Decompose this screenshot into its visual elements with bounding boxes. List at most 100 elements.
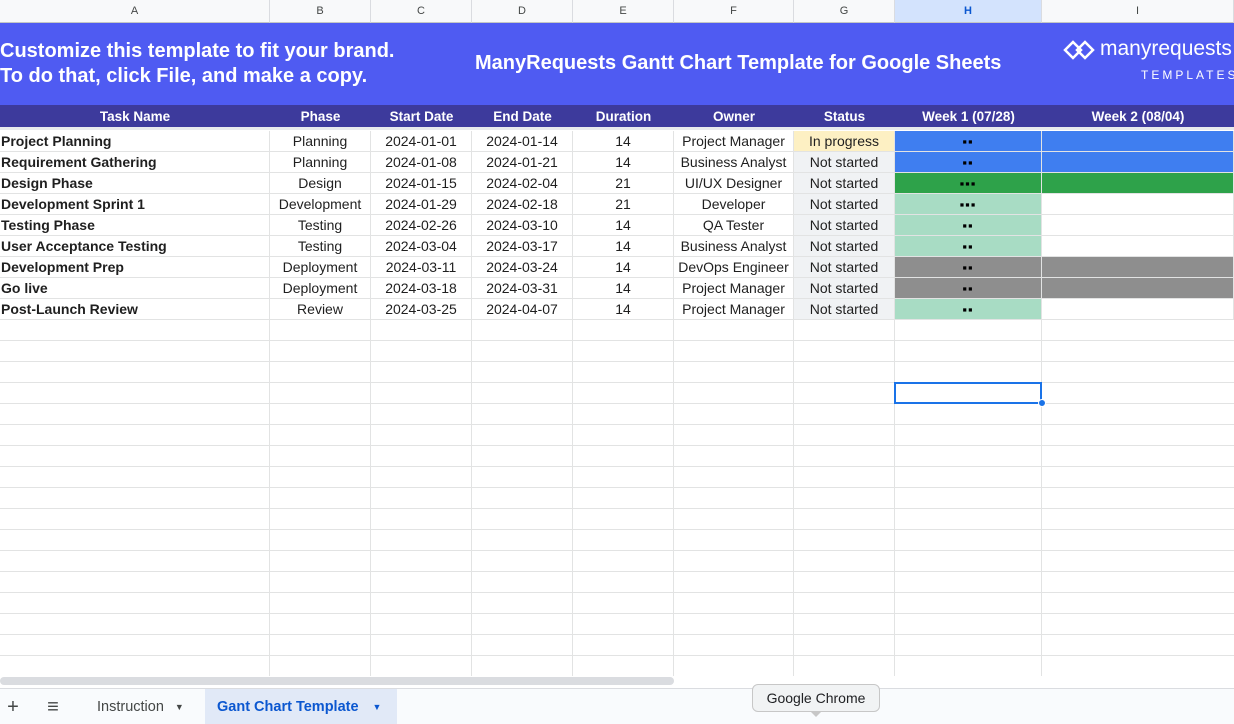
cell-week-1-bar[interactable]: ▪▪	[895, 236, 1042, 257]
cell-end[interactable]: 2024-02-18	[472, 194, 573, 215]
cell-end[interactable]: 2024-03-10	[472, 215, 573, 236]
cell-week-1-bar[interactable]: ▪▪	[895, 131, 1042, 152]
column-header-i[interactable]: I	[1042, 0, 1234, 23]
empty-row[interactable]	[0, 362, 1234, 383]
add-sheet-icon[interactable]: +	[4, 689, 22, 724]
cell-duration[interactable]: 14	[573, 236, 674, 257]
cell-status[interactable]: Not started	[794, 299, 895, 320]
cell-status[interactable]: Not started	[794, 194, 895, 215]
cell-start[interactable]: 2024-01-29	[371, 194, 472, 215]
cell-week-1-bar[interactable]: ▪▪	[895, 215, 1042, 236]
horizontal-scrollbar[interactable]	[0, 677, 674, 685]
cell-phase[interactable]: Development	[270, 194, 371, 215]
cell-task[interactable]: Project Planning	[0, 131, 270, 152]
selected-cell-h13[interactable]	[894, 382, 1042, 404]
column-header-a[interactable]: A	[0, 0, 270, 23]
cell-week-2-bar[interactable]	[1042, 131, 1234, 152]
cell-start[interactable]: 2024-02-26	[371, 215, 472, 236]
cell-week-2-bar[interactable]	[1042, 299, 1234, 320]
empty-row[interactable]	[0, 509, 1234, 530]
empty-row[interactable]	[0, 530, 1234, 551]
cell-start[interactable]: 2024-03-04	[371, 236, 472, 257]
cell-week-2-bar[interactable]	[1042, 236, 1234, 257]
cell-end[interactable]: 2024-01-21	[472, 152, 573, 173]
cell-task[interactable]: Post-Launch Review	[0, 299, 270, 320]
empty-row[interactable]	[0, 467, 1234, 488]
cell-owner[interactable]: QA Tester	[674, 215, 794, 236]
header-week-1-07-28[interactable]: Week 1 (07/28)	[895, 105, 1042, 127]
cell-duration[interactable]: 14	[573, 278, 674, 299]
empty-row[interactable]	[0, 341, 1234, 362]
cell-owner[interactable]: Developer	[674, 194, 794, 215]
cell-start[interactable]: 2024-01-08	[371, 152, 472, 173]
cell-phase[interactable]: Design	[270, 173, 371, 194]
cell-status[interactable]: Not started	[794, 215, 895, 236]
header-status[interactable]: Status	[794, 105, 895, 127]
empty-row[interactable]	[0, 593, 1234, 614]
cell-phase[interactable]: Planning	[270, 152, 371, 173]
empty-row[interactable]	[0, 572, 1234, 593]
tab-gant-chart-template-dropdown-icon[interactable]: ▼	[373, 702, 382, 712]
empty-row[interactable]	[0, 320, 1234, 341]
column-header-c[interactable]: C	[371, 0, 472, 23]
cell-week-1-bar[interactable]: ▪▪	[895, 299, 1042, 320]
cell-task[interactable]: Design Phase	[0, 173, 270, 194]
cell-owner[interactable]: Project Manager	[674, 131, 794, 152]
column-header-e[interactable]: E	[573, 0, 674, 23]
cell-status[interactable]: Not started	[794, 236, 895, 257]
column-header-g[interactable]: G	[794, 0, 895, 23]
cell-task[interactable]: Testing Phase	[0, 215, 270, 236]
cell-owner[interactable]: Business Analyst	[674, 152, 794, 173]
cell-owner[interactable]: DevOps Engineer	[674, 257, 794, 278]
header-phase[interactable]: Phase	[270, 105, 371, 127]
cell-phase[interactable]: Planning	[270, 131, 371, 152]
cell-start[interactable]: 2024-01-01	[371, 131, 472, 152]
cell-week-2-bar[interactable]	[1042, 278, 1234, 299]
cell-duration[interactable]: 14	[573, 299, 674, 320]
cell-week-2-bar[interactable]	[1042, 215, 1234, 236]
cell-duration[interactable]: 21	[573, 194, 674, 215]
empty-row[interactable]	[0, 425, 1234, 446]
cell-end[interactable]: 2024-02-04	[472, 173, 573, 194]
cell-duration[interactable]: 14	[573, 257, 674, 278]
cell-duration[interactable]: 21	[573, 173, 674, 194]
empty-row[interactable]	[0, 488, 1234, 509]
cell-status[interactable]: Not started	[794, 257, 895, 278]
cell-week-2-bar[interactable]	[1042, 194, 1234, 215]
column-header-b[interactable]: B	[270, 0, 371, 23]
cell-week-2-bar[interactable]	[1042, 257, 1234, 278]
cell-week-2-bar[interactable]	[1042, 152, 1234, 173]
cell-start[interactable]: 2024-03-25	[371, 299, 472, 320]
cell-owner[interactable]: Project Manager	[674, 299, 794, 320]
cell-task[interactable]: Development Sprint 1	[0, 194, 270, 215]
header-owner[interactable]: Owner	[674, 105, 794, 127]
cell-phase[interactable]: Testing	[270, 215, 371, 236]
cell-end[interactable]: 2024-03-24	[472, 257, 573, 278]
cell-week-1-bar[interactable]: ▪▪	[895, 257, 1042, 278]
tab-instruction-dropdown-icon[interactable]: ▼	[175, 702, 184, 712]
header-week-2-08-04[interactable]: Week 2 (08/04)	[1042, 105, 1234, 127]
tab-gant-chart-template[interactable]: Gant Chart Template ▼	[205, 689, 397, 724]
cell-start[interactable]: 2024-03-18	[371, 278, 472, 299]
empty-row[interactable]	[0, 404, 1234, 425]
cell-task[interactable]: User Acceptance Testing	[0, 236, 270, 257]
empty-row[interactable]	[0, 383, 1234, 404]
fill-handle[interactable]	[1038, 399, 1046, 407]
cell-status[interactable]: In progress	[794, 131, 895, 152]
cell-task[interactable]: Requirement Gathering	[0, 152, 270, 173]
cell-duration[interactable]: 14	[573, 131, 674, 152]
cell-duration[interactable]: 14	[573, 215, 674, 236]
cell-status[interactable]: Not started	[794, 173, 895, 194]
cell-end[interactable]: 2024-04-07	[472, 299, 573, 320]
cell-week-1-bar[interactable]: ▪▪	[895, 152, 1042, 173]
cell-week-1-bar[interactable]: ▪▪▪	[895, 194, 1042, 215]
cell-owner[interactable]: Project Manager	[674, 278, 794, 299]
header-task-name[interactable]: Task Name	[0, 105, 270, 127]
cell-week-1-bar[interactable]: ▪▪	[895, 278, 1042, 299]
cell-phase[interactable]: Deployment	[270, 257, 371, 278]
cell-phase[interactable]: Deployment	[270, 278, 371, 299]
cell-end[interactable]: 2024-01-14	[472, 131, 573, 152]
cell-start[interactable]: 2024-03-11	[371, 257, 472, 278]
tab-instruction[interactable]: Instruction ▼	[84, 689, 204, 724]
cell-status[interactable]: Not started	[794, 278, 895, 299]
